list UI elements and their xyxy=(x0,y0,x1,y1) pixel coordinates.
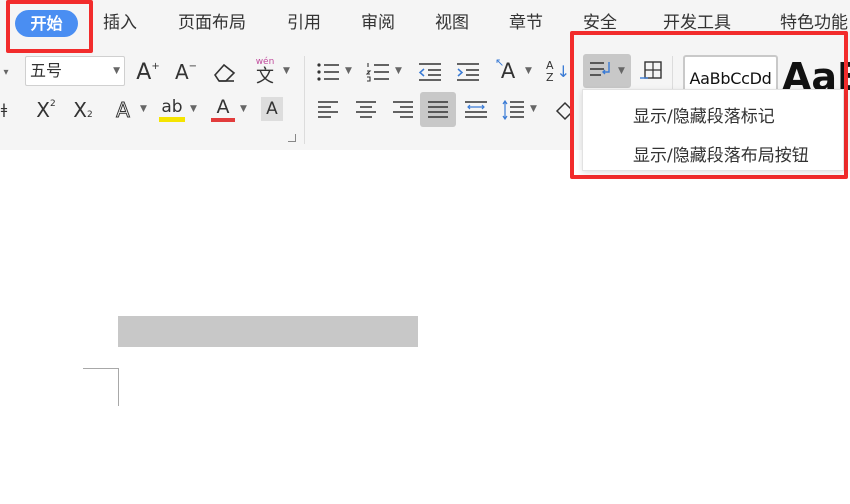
tab-insert[interactable]: 插入 xyxy=(103,12,137,34)
paragraph-marks-icon xyxy=(588,58,614,84)
shrink-font-icon[interactable]: A − xyxy=(173,58,199,86)
decrease-indent-icon[interactable] xyxy=(416,58,444,86)
chevron-down-icon[interactable]: ▼ xyxy=(283,66,290,76)
justify-icon xyxy=(424,96,452,124)
tab-home[interactable]: 开始 xyxy=(15,10,78,37)
font-size-select[interactable]: 五号 ▼ xyxy=(25,56,125,86)
group-separator xyxy=(304,56,305,144)
chevron-down-icon[interactable]: ▼ xyxy=(530,104,537,114)
menu-item-toggle-paragraph-marks[interactable]: 显示/隐藏段落标记 xyxy=(633,102,775,127)
chevron-down-icon[interactable]: ▼ xyxy=(190,104,197,114)
tab-review[interactable]: 审阅 xyxy=(361,12,395,34)
chevron-down-icon: ▼ xyxy=(113,66,120,76)
align-right-icon[interactable] xyxy=(389,96,417,124)
increase-indent-icon[interactable] xyxy=(454,58,482,86)
chevron-down-icon[interactable]: ▼ xyxy=(618,66,625,76)
table-layout-icon[interactable] xyxy=(638,58,664,84)
tab-developer[interactable]: 开发工具 xyxy=(663,12,731,34)
tab-special[interactable]: 特色功能 xyxy=(780,12,848,34)
tab-page-layout[interactable]: 页面布局 xyxy=(178,12,246,34)
font-name-dropdown-caret[interactable]: ▾ xyxy=(0,58,12,86)
chevron-down-icon[interactable]: ▼ xyxy=(395,66,402,76)
page-margin-marker xyxy=(118,368,119,406)
phonetic-guide-icon[interactable]: wén 文 xyxy=(252,56,278,88)
numbered-list-icon[interactable] xyxy=(364,58,392,86)
font-dialog-launcher-icon[interactable] xyxy=(288,134,296,142)
page-margin-marker xyxy=(83,368,119,369)
character-shading-icon[interactable]: A xyxy=(261,97,283,121)
superscript-icon[interactable]: X2 xyxy=(33,96,59,124)
chevron-down-icon[interactable]: ▼ xyxy=(140,104,147,114)
font-size-value: 五号 xyxy=(30,61,63,80)
text-effect-icon[interactable]: A xyxy=(111,96,135,124)
strikethrough-partial-icon[interactable]: ǂ xyxy=(0,96,8,124)
grow-font-icon[interactable]: A + xyxy=(135,58,161,86)
font-color-swatch xyxy=(211,118,235,122)
font-color-icon[interactable]: A xyxy=(210,94,236,124)
selected-text-block[interactable] xyxy=(118,316,418,347)
line-spacing-icon[interactable] xyxy=(499,96,527,124)
chevron-down-icon[interactable]: ▼ xyxy=(525,66,532,76)
bullet-list-icon[interactable] xyxy=(314,58,342,86)
menu-item-toggle-paragraph-layout-button[interactable]: 显示/隐藏段落布局按钮 xyxy=(633,141,809,166)
chevron-down-icon[interactable]: ▼ xyxy=(240,104,247,114)
shading-fill-icon[interactable] xyxy=(552,96,578,124)
eraser-icon[interactable] xyxy=(211,58,239,86)
paragraph-marks-dropdown: 显示/隐藏段落标记 显示/隐藏段落布局按钮 xyxy=(582,89,844,171)
highlight-color-icon[interactable]: ab xyxy=(158,94,186,124)
tab-references[interactable]: 引用 xyxy=(287,12,321,34)
change-case-icon[interactable]: ↖ A xyxy=(493,56,523,86)
ribbon-tab-bar: 开始 插入 页面布局 引用 审阅 视图 章节 安全 开发工具 特色功能 xyxy=(0,0,850,46)
tab-view[interactable]: 视图 xyxy=(435,12,469,34)
tab-security[interactable]: 安全 xyxy=(583,12,617,34)
distributed-align-icon[interactable] xyxy=(462,96,490,124)
align-left-icon[interactable] xyxy=(314,96,342,124)
align-center-icon[interactable] xyxy=(352,96,380,124)
subscript-icon[interactable]: X2 xyxy=(70,96,96,124)
highlight-color-swatch xyxy=(159,116,185,122)
chevron-down-icon[interactable]: ▼ xyxy=(345,66,352,76)
sort-icon[interactable]: AZ ↓ xyxy=(546,56,572,88)
tab-chapter[interactable]: 章节 xyxy=(509,12,543,34)
